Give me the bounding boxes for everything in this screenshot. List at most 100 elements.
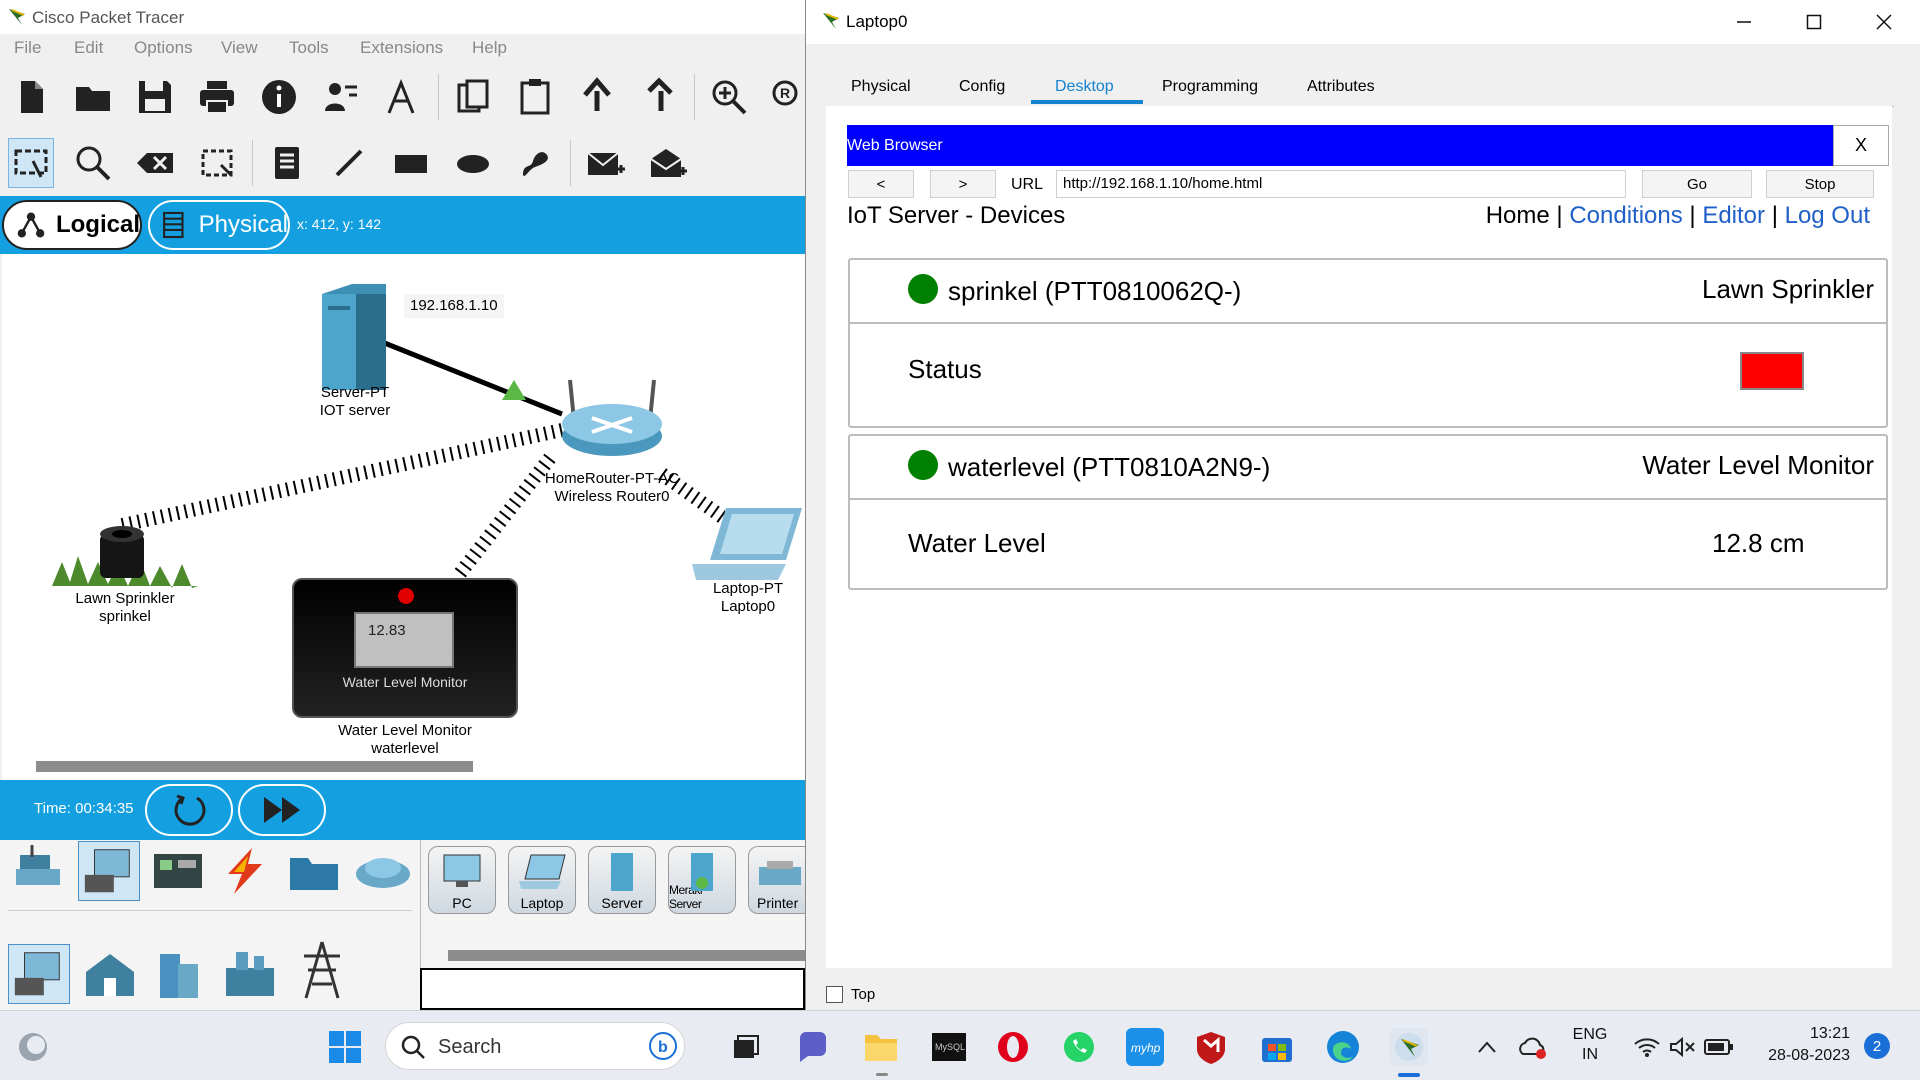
open-folder-icon[interactable] [70, 72, 116, 122]
myhp-icon[interactable]: myhp [1126, 1028, 1164, 1066]
opera-icon[interactable] [994, 1028, 1032, 1066]
device-laptop[interactable]: Laptop [508, 846, 576, 914]
power-cycle-button[interactable] [145, 784, 233, 836]
tab-programming[interactable]: Programming [1162, 78, 1258, 96]
packet-tracer-taskbar-icon[interactable] [1390, 1028, 1428, 1066]
taskbar-search[interactable]: Search b [385, 1022, 685, 1070]
components-category-icon[interactable] [152, 848, 204, 894]
editor-link[interactable]: Editor [1702, 202, 1765, 229]
mysql-icon[interactable]: MySQL [930, 1028, 968, 1066]
device-server[interactable]: Server [588, 846, 656, 914]
wifi-icon[interactable] [1628, 1028, 1666, 1066]
zoom-reset-icon[interactable]: R [764, 72, 810, 122]
device-meraki-server[interactable]: Meraki Server [668, 846, 736, 914]
end-devices-subcategory-icon[interactable] [8, 944, 70, 1004]
top-checkbox-box[interactable] [826, 986, 843, 1003]
tab-attributes[interactable]: Attributes [1307, 78, 1375, 96]
tab-desktop[interactable]: Desktop [1055, 78, 1114, 96]
menu-help[interactable]: Help [472, 38, 507, 58]
select-icon[interactable] [8, 138, 54, 188]
lawn-sprinkler-icon[interactable] [52, 522, 198, 588]
draw-ellipse-icon[interactable] [450, 138, 496, 188]
undo-icon[interactable] [574, 72, 620, 122]
go-button[interactable]: Go [1642, 170, 1752, 198]
zoom-in-icon[interactable] [706, 72, 752, 122]
smart-city-subcategory-icon[interactable] [154, 944, 202, 1000]
redo-icon[interactable] [636, 72, 682, 122]
card-header[interactable]: sprinkel (PTT0810062Q-) Lawn Sprinkler [850, 260, 1886, 324]
device-pc[interactable]: PC [428, 846, 496, 914]
stop-button[interactable]: Stop [1766, 170, 1874, 198]
menu-extensions[interactable]: Extensions [360, 38, 443, 58]
show-hidden-icons[interactable] [1468, 1028, 1506, 1066]
draw-rectangle-icon[interactable] [388, 138, 434, 188]
url-input[interactable]: http://192.168.1.10/home.html [1056, 170, 1626, 198]
home-subcategory-icon[interactable] [82, 950, 138, 998]
water-level-monitor-device[interactable]: 12.83 Water Level Monitor [292, 578, 518, 718]
back-button[interactable]: < [848, 170, 914, 198]
teams-chat-icon[interactable] [794, 1028, 832, 1066]
card-header[interactable]: waterlevel (PTT0810A2N9-) Water Level Mo… [850, 436, 1886, 500]
notification-badge[interactable]: 2 [1864, 1033, 1890, 1059]
menu-edit[interactable]: Edit [74, 38, 103, 58]
add-complex-pdu-icon[interactable] [644, 138, 690, 188]
top-checkbox[interactable]: Top [826, 986, 875, 1003]
wireless-router-icon[interactable] [558, 374, 668, 460]
browser-close-button[interactable]: X [1833, 125, 1889, 166]
volume-muted-icon[interactable] [1664, 1028, 1702, 1066]
new-file-icon[interactable] [8, 72, 54, 122]
laptop-device-icon[interactable] [692, 504, 804, 584]
save-icon[interactable] [132, 72, 178, 122]
maximize-button[interactable] [1790, 8, 1838, 36]
place-note-icon[interactable] [264, 138, 310, 188]
task-view-icon[interactable] [726, 1028, 764, 1066]
fast-forward-button[interactable] [238, 784, 326, 836]
resize-shape-icon[interactable] [194, 138, 240, 188]
canvas-horizontal-scrollbar[interactable] [36, 761, 473, 772]
info-icon[interactable] [256, 72, 302, 122]
language-indicator[interactable]: ENG IN [1564, 1025, 1616, 1065]
add-simple-pdu-icon[interactable] [582, 138, 628, 188]
whatsapp-icon[interactable] [1060, 1028, 1098, 1066]
microsoft-store-icon[interactable] [1258, 1028, 1296, 1066]
industrial-subcategory-icon[interactable] [222, 946, 278, 998]
status-toggle[interactable] [1740, 352, 1804, 390]
file-explorer-icon[interactable] [862, 1028, 900, 1066]
end-devices-category-icon[interactable] [78, 841, 140, 901]
logical-workspace-canvas[interactable]: 192.168.1.10 Server-PT IOT server HomeRou… [2, 254, 805, 780]
device-list-scrollbar[interactable] [448, 950, 808, 961]
widgets-icon[interactable] [14, 1028, 52, 1066]
clock[interactable]: 13:21 28-08-2023 [1760, 1023, 1850, 1067]
minimize-button[interactable] [1720, 8, 1768, 36]
tab-physical[interactable]: Physical [851, 78, 911, 96]
custom-device-icon[interactable] [380, 72, 426, 122]
menu-options[interactable]: Options [134, 38, 193, 58]
logout-link[interactable]: Log Out [1785, 202, 1870, 229]
power-grid-subcategory-icon[interactable] [296, 940, 348, 1000]
paste-icon[interactable] [512, 72, 558, 122]
start-icon[interactable] [326, 1028, 364, 1066]
inspect-icon[interactable] [70, 138, 116, 188]
home-link[interactable]: Home [1486, 202, 1550, 229]
menu-tools[interactable]: Tools [289, 38, 329, 58]
edge-icon[interactable] [1324, 1028, 1362, 1066]
activity-wizard-icon[interactable] [318, 72, 364, 122]
delete-icon[interactable] [132, 138, 178, 188]
copy-icon[interactable] [450, 72, 496, 122]
menu-view[interactable]: View [221, 38, 258, 58]
network-devices-category-icon[interactable] [10, 843, 64, 899]
print-icon[interactable] [194, 72, 240, 122]
tab-config[interactable]: Config [959, 78, 1005, 96]
misc-category-icon[interactable] [288, 850, 340, 892]
draw-line-icon[interactable] [326, 138, 372, 188]
onedrive-icon[interactable] [1514, 1028, 1552, 1066]
forward-button[interactable]: > [930, 170, 996, 198]
connections-category-icon[interactable] [218, 846, 272, 896]
mcafee-icon[interactable] [1192, 1028, 1230, 1066]
multiuser-category-icon[interactable] [354, 852, 412, 892]
close-window-button[interactable] [1860, 8, 1908, 36]
device-printer[interactable]: Printer [748, 846, 808, 914]
menu-file[interactable]: File [14, 38, 41, 58]
physical-mode-button[interactable]: Physical [148, 200, 290, 250]
server-device-icon[interactable] [320, 282, 388, 392]
